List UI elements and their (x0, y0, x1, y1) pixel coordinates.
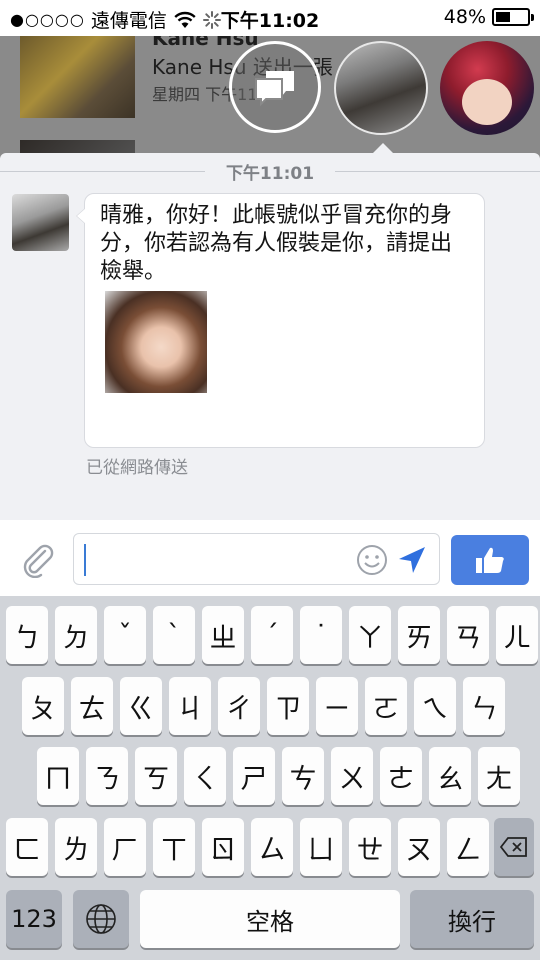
key-row1-9[interactable]: ㄢ (447, 606, 489, 664)
key-row1-10[interactable]: ㄦ (496, 606, 538, 664)
key-row1-4[interactable]: ㄓ (202, 606, 244, 664)
key-row4-3[interactable]: ㄒ (153, 818, 195, 876)
sender-avatar[interactable] (12, 194, 69, 251)
key-row4-7[interactable]: ㄝ (349, 818, 391, 876)
key-row4-0[interactable]: ㄈ (6, 818, 48, 876)
attachment-icon[interactable] (20, 542, 56, 578)
profile-photo-attachment[interactable] (105, 291, 207, 393)
key-row2-5[interactable]: ㄗ (267, 677, 309, 735)
text-cursor (84, 544, 86, 576)
emoji-icon[interactable] (356, 544, 388, 576)
status-right: 48% (443, 6, 534, 28)
key-row2-4[interactable]: ㄔ (218, 677, 260, 735)
key-row2-0[interactable]: ㄆ (22, 677, 64, 735)
chathead-contact-2[interactable] (440, 41, 534, 135)
like-button[interactable] (451, 535, 529, 585)
return-key[interactable]: 換行 (410, 890, 534, 948)
key-row3-3[interactable]: ㄑ (184, 747, 226, 805)
battery-icon (492, 8, 534, 26)
key-row4-9[interactable]: ㄥ (447, 818, 489, 876)
location-arrow-icon[interactable] (396, 544, 428, 576)
key-row4-2[interactable]: ㄏ (104, 818, 146, 876)
chathead-contact-1[interactable] (334, 41, 428, 135)
backspace-key[interactable] (494, 818, 534, 876)
key-row2-8[interactable]: ㄟ (414, 677, 456, 735)
message-bubble[interactable]: 晴雅，你好！此帳號似乎冒充你的身分，你若認為有人假裝是你，請提出檢舉。 (76, 193, 485, 448)
messages-icon (255, 71, 294, 107)
chat-panel: 下午11:01 晴雅，你好！此帳號似乎冒充你的身分，你若認為有人假裝是你，請提出… (0, 153, 540, 520)
key-row1-3[interactable]: ˋ (153, 606, 195, 664)
key-row1-8[interactable]: ㄞ (398, 606, 440, 664)
battery-percent: 48% (443, 6, 486, 28)
key-row4-1[interactable]: ㄌ (55, 818, 97, 876)
message-text: 晴雅，你好！此帳號似乎冒充你的身分，你若認為有人假裝是你，請提出檢舉。 (100, 203, 453, 284)
timestamp-row: 下午11:01 (0, 159, 540, 184)
space-key[interactable]: 空格 (140, 890, 400, 948)
key-row3-8[interactable]: ㄠ (429, 747, 471, 805)
key-row3-0[interactable]: ㄇ (37, 747, 79, 805)
message-timestamp: 下午11:01 (225, 164, 315, 184)
key-row1-5[interactable]: ˊ (251, 606, 293, 664)
key-row1-7[interactable]: ㄚ (349, 606, 391, 664)
key-row2-3[interactable]: ㄐ (169, 677, 211, 735)
message-input[interactable] (73, 533, 440, 585)
key-row2-2[interactable]: ㄍ (120, 677, 162, 735)
globe-key[interactable] (73, 890, 129, 948)
key-row2-9[interactable]: ㄣ (463, 677, 505, 735)
key-row1-0[interactable]: ㄅ (6, 606, 48, 664)
message-composer (0, 520, 540, 596)
key-row1-1[interactable]: ㄉ (55, 606, 97, 664)
messages-chathead[interactable] (229, 41, 321, 133)
key-row4-8[interactable]: ㄡ (398, 818, 440, 876)
key-row4-4[interactable]: ㄖ (202, 818, 244, 876)
key-row2-7[interactable]: ㄛ (365, 677, 407, 735)
feed-thumbnail (20, 36, 135, 118)
numbers-key[interactable]: 123 (6, 890, 62, 948)
sent-via-label: 已從網路傳送 (86, 458, 188, 478)
key-row3-9[interactable]: ㄤ (478, 747, 520, 805)
thumbs-up-icon (476, 547, 504, 573)
key-row3-7[interactable]: ㄜ (380, 747, 422, 805)
key-row3-5[interactable]: ㄘ (282, 747, 324, 805)
key-row3-1[interactable]: ㄋ (86, 747, 128, 805)
key-row1-6[interactable]: ˙ (300, 606, 342, 664)
key-row3-2[interactable]: ㄎ (135, 747, 177, 805)
key-row1-2[interactable]: ˇ (104, 606, 146, 664)
key-row4-5[interactable]: ㄙ (251, 818, 293, 876)
status-bar: ●○○○○ 遠傳電信 下午11:02 48% (0, 0, 540, 36)
bopomofo-keyboard: 123 空格 換行 ㄅㄉ ˇ ˋ ㄓ ˊ ˙ ㄚㄞㄢㄦㄆㄊㄍㄐㄔㄗㄧㄛㄟㄣㄇㄋㄎㄑㄕㄘㄨㄜㄠ… (0, 596, 540, 960)
key-row2-1[interactable]: ㄊ (71, 677, 113, 735)
backspace-icon (500, 837, 527, 857)
key-row3-6[interactable]: ㄨ (331, 747, 373, 805)
key-row2-6[interactable]: ㄧ (316, 677, 358, 735)
feed-name: Kane Hsu (152, 36, 259, 50)
globe-icon (86, 904, 116, 934)
key-row3-4[interactable]: ㄕ (233, 747, 275, 805)
key-row4-6[interactable]: ㄩ (300, 818, 342, 876)
